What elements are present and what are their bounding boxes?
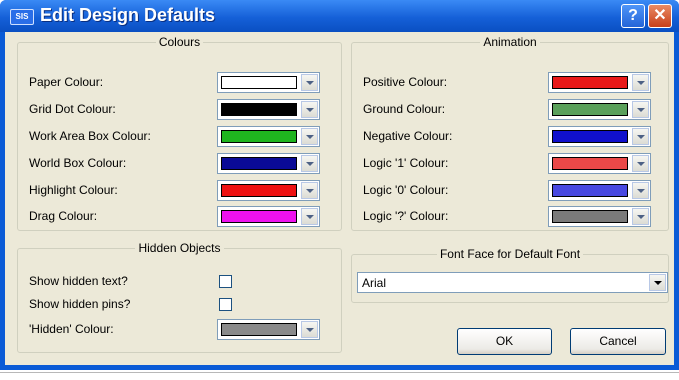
drag-colour-combo[interactable] — [217, 206, 320, 227]
world-box-colour-swatch — [221, 157, 297, 170]
world-box-colour-combo[interactable] — [217, 153, 320, 174]
logic-0-colour-combo[interactable] — [548, 180, 651, 201]
highlight-colour-label: Highlight Colour: — [29, 183, 118, 197]
cancel-button[interactable]: Cancel — [570, 328, 666, 355]
hidden-colour-swatch — [221, 323, 297, 336]
show-hidden-text-label: Show hidden text? — [29, 274, 128, 288]
negative-colour-label: Negative Colour: — [363, 129, 453, 143]
dialog-body: Colours Paper Colour: Grid Dot Colour: W… — [5, 32, 674, 365]
work-area-box-colour-label: Work Area Box Colour: — [29, 129, 151, 143]
grid-dot-colour-label: Grid Dot Colour: — [29, 102, 116, 116]
work-area-box-colour-swatch — [221, 130, 297, 143]
ground-colour-label: Ground Colour: — [363, 102, 446, 116]
chevron-down-icon[interactable] — [649, 274, 666, 291]
hidden-colour-label: 'Hidden' Colour: — [29, 322, 114, 336]
font-face-select[interactable]: Arial — [357, 272, 668, 293]
font-face-legend: Font Face for Default Font — [439, 247, 581, 261]
chevron-down-icon[interactable] — [632, 101, 649, 118]
show-hidden-pins-label: Show hidden pins? — [29, 297, 131, 311]
negative-colour-combo[interactable] — [548, 126, 651, 147]
highlight-colour-swatch — [221, 184, 297, 197]
chevron-down-icon[interactable] — [632, 182, 649, 199]
chevron-down-icon[interactable] — [632, 74, 649, 91]
chevron-down-icon[interactable] — [301, 74, 318, 91]
logic-0-colour-swatch — [552, 184, 628, 197]
show-hidden-text-checkbox[interactable] — [219, 275, 232, 288]
hidden-colour-combo[interactable] — [217, 319, 320, 340]
negative-colour-swatch — [552, 130, 628, 143]
logic-unknown-colour-swatch — [552, 210, 628, 223]
show-hidden-pins-checkbox[interactable] — [219, 298, 232, 311]
ground-colour-swatch — [552, 103, 628, 116]
grid-dot-colour-combo[interactable] — [217, 99, 320, 120]
chevron-down-icon[interactable] — [632, 208, 649, 225]
ok-button[interactable]: OK — [457, 328, 552, 355]
logic-1-colour-label: Logic '1' Colour: — [363, 156, 449, 170]
font-face-value: Arial — [362, 276, 387, 290]
logic-unknown-colour-combo[interactable] — [548, 206, 651, 227]
paper-colour-combo[interactable] — [217, 72, 320, 93]
logic-1-colour-combo[interactable] — [548, 153, 651, 174]
divider — [0, 372, 679, 373]
chevron-down-icon[interactable] — [301, 182, 318, 199]
positive-colour-combo[interactable] — [548, 72, 651, 93]
chevron-down-icon[interactable] — [301, 155, 318, 172]
logic-unknown-colour-label: Logic '?' Colour: — [363, 209, 449, 223]
logic-0-colour-label: Logic '0' Colour: — [363, 183, 449, 197]
close-button[interactable]: ✕ — [648, 4, 672, 28]
animation-legend: Animation — [483, 35, 537, 49]
chevron-down-icon[interactable] — [632, 155, 649, 172]
colours-legend: Colours — [158, 35, 201, 49]
paper-colour-label: Paper Colour: — [29, 75, 104, 89]
window-title: Edit Design Defaults — [40, 5, 216, 25]
hidden-objects-legend: Hidden Objects — [138, 241, 221, 255]
positive-colour-label: Positive Colour: — [363, 75, 448, 89]
chevron-down-icon[interactable] — [301, 208, 318, 225]
dialog-window: SIS Edit Design Defaults ? ✕ Colours Pap… — [0, 0, 679, 370]
chevron-down-icon[interactable] — [301, 101, 318, 118]
drag-colour-label: Drag Colour: — [29, 209, 98, 223]
grid-dot-colour-swatch — [221, 103, 297, 116]
chevron-down-icon[interactable] — [632, 128, 649, 145]
drag-colour-swatch — [221, 210, 297, 223]
highlight-colour-combo[interactable] — [217, 180, 320, 201]
chevron-down-icon[interactable] — [301, 128, 318, 145]
help-button[interactable]: ? — [621, 4, 645, 28]
world-box-colour-label: World Box Colour: — [29, 156, 127, 170]
chevron-down-icon[interactable] — [301, 321, 318, 338]
title-bar[interactable]: SIS Edit Design Defaults ? ✕ — [0, 0, 679, 32]
logic-1-colour-swatch — [552, 157, 628, 170]
positive-colour-swatch — [552, 76, 628, 89]
work-area-box-colour-combo[interactable] — [217, 126, 320, 147]
paper-colour-swatch — [221, 76, 297, 89]
ground-colour-combo[interactable] — [548, 99, 651, 120]
app-icon: SIS — [10, 9, 34, 25]
